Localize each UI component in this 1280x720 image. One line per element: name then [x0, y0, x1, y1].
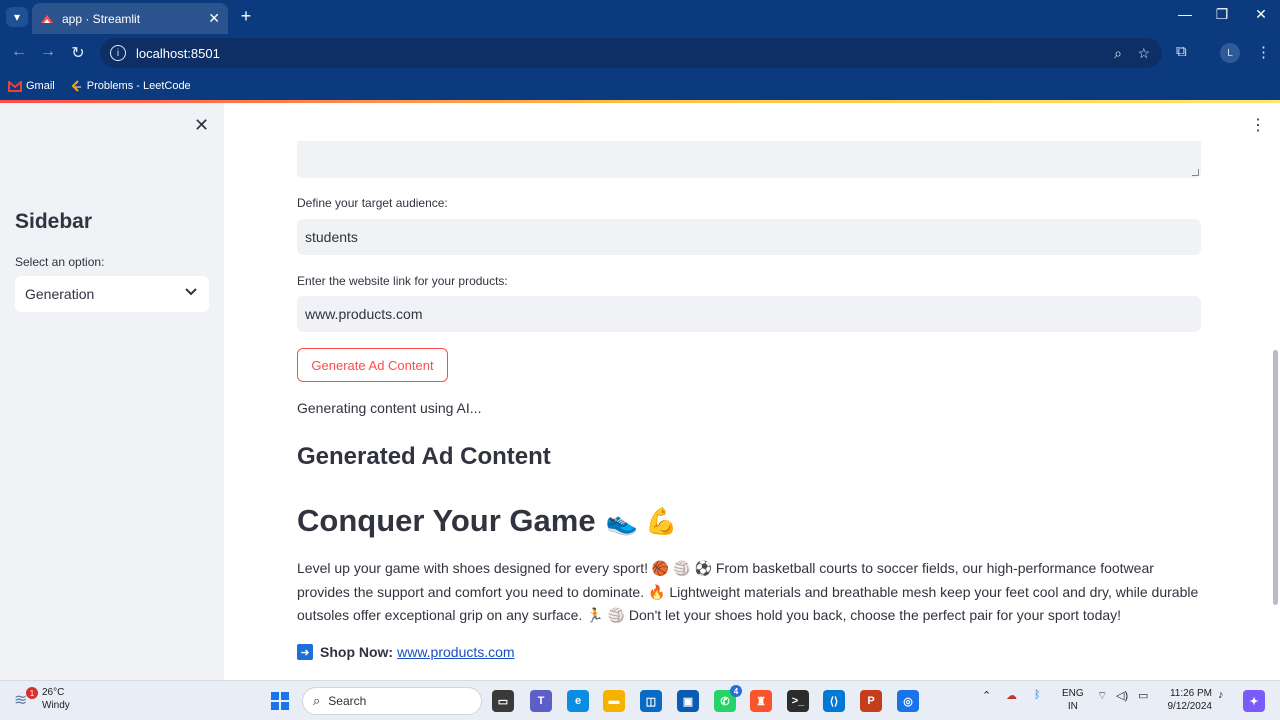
volume-icon[interactable]: ◁)	[1116, 689, 1128, 702]
weather-widget[interactable]: ≋ 1 26°C Windy	[14, 686, 70, 712]
language-indicator[interactable]: ENG IN	[1062, 687, 1084, 713]
search-icon: ⌕	[313, 693, 321, 708]
clock-date: 9/12/2024	[1167, 701, 1213, 712]
description-textarea[interactable]	[297, 141, 1201, 178]
bluetooth-icon[interactable]: ᛒ	[1034, 689, 1041, 701]
profile-avatar[interactable]: L	[1220, 43, 1240, 63]
show-hidden-icons-icon[interactable]: ⌃	[982, 689, 991, 702]
tab-close-icon[interactable]: ✕	[208, 10, 220, 27]
tab-strip: ▾ app · Streamlit ✕ + — ❐ ✕	[0, 0, 1280, 34]
chevron-down-icon	[185, 285, 197, 299]
streamlit-favicon-icon	[40, 12, 54, 26]
ad-body: Level up your game with shoes designed f…	[297, 560, 1199, 623]
audience-label: Define your target audience:	[297, 196, 448, 210]
store-icon[interactable]: ▣	[677, 690, 699, 712]
status-text: Generating content using AI...	[297, 400, 482, 416]
edge-icon[interactable]: e	[567, 690, 589, 712]
sidebar: ✕ Sidebar Select an option: Generation	[0, 103, 224, 680]
website-input[interactable]: www.products.com	[297, 296, 1201, 332]
whatsapp-badge: 4	[730, 685, 742, 697]
bookmarks-bar: Gmail Problems - LeetCode	[0, 72, 1280, 100]
leetcode-icon	[69, 79, 83, 92]
weather-badge: 1	[26, 687, 38, 699]
photos-icon[interactable]: ◫	[640, 690, 662, 712]
copilot-icon[interactable]: ✦	[1243, 690, 1265, 712]
resize-handle-icon[interactable]	[1192, 169, 1199, 176]
shop-now-line: ➜ Shop Now: www.products.com	[297, 644, 515, 660]
select-value: Generation	[25, 286, 95, 302]
wind-icon: ≋ 1	[14, 687, 38, 709]
extensions-icon[interactable]: ⧉	[1176, 43, 1187, 60]
browser-menu-icon[interactable]: ⋮	[1256, 43, 1271, 61]
shop-link[interactable]: www.products.com	[397, 644, 514, 660]
tab-search-button[interactable]: ▾	[6, 7, 28, 27]
battery-icon[interactable]: ▭	[1138, 689, 1148, 702]
lang-line1: ENG	[1062, 688, 1084, 699]
tab-title: app · Streamlit	[62, 11, 141, 26]
bookmark-label: Problems - LeetCode	[86, 80, 191, 92]
sidebar-title: Sidebar	[15, 210, 93, 233]
notifications-icon[interactable]: ♪	[1218, 689, 1224, 701]
wifi-icon[interactable]: ⌔	[1097, 689, 1107, 703]
address-bar[interactable]: i localhost:8501 ⌕ ☆	[100, 38, 1162, 68]
onedrive-icon[interactable]: ☁	[1006, 689, 1017, 702]
taskbar: ≋ 1 26°C Windy ⌕ Search ▭ T e ▬ ◫ ▣ ✆ 4 ♜ …	[0, 680, 1280, 720]
shop-label: Shop Now:	[320, 644, 394, 660]
taskbar-search[interactable]: ⌕ Search	[302, 687, 482, 715]
zoom-icon[interactable]: ⌕	[1114, 38, 1122, 68]
headline-text: Conquer Your Game	[297, 503, 596, 538]
sidebar-close-icon[interactable]: ✕	[194, 115, 209, 136]
address-text: localhost:8501	[136, 45, 220, 61]
brave-icon[interactable]: ♜	[750, 690, 772, 712]
browser-chrome: ▾ app · Streamlit ✕ + — ❐ ✕ ← → ↻ i loca…	[0, 0, 1280, 102]
site-info-icon[interactable]: i	[110, 45, 126, 61]
powerpoint-icon[interactable]: P	[860, 690, 882, 712]
audience-input[interactable]: students	[297, 219, 1201, 255]
teams-icon[interactable]: T	[530, 690, 552, 712]
browser-toolbar: ← → ↻ i localhost:8501 ⌕ ☆ ⧉ L ⋮	[0, 34, 1280, 72]
tab-app-streamlit[interactable]: app · Streamlit ✕	[32, 3, 228, 34]
bookmark-label: Gmail	[26, 80, 55, 92]
clock-time: 11:26 PM	[1169, 688, 1212, 699]
search-placeholder: Search	[328, 694, 367, 708]
section-title: Generated Ad Content	[297, 443, 551, 470]
main-content: ⋮ Define your target audience: students …	[224, 103, 1280, 680]
bookmark-gmail[interactable]: Gmail	[8, 80, 55, 92]
scrollbar[interactable]	[1273, 350, 1278, 605]
chrome-icon[interactable]: ◎	[897, 690, 919, 712]
file-explorer-icon[interactable]: ▬	[603, 690, 625, 712]
task-view-icon[interactable]: ▭	[492, 690, 514, 712]
headline-emoji: 👟 💪	[605, 505, 678, 536]
weather-temp: 26°C	[42, 687, 65, 698]
windows-start-icon[interactable]	[271, 692, 289, 710]
new-tab-button[interactable]: +	[236, 6, 256, 27]
maximize-icon[interactable]: ❐	[1210, 6, 1234, 23]
lang-line2: IN	[1067, 701, 1078, 712]
bookmark-leetcode[interactable]: Problems - LeetCode	[69, 79, 191, 92]
select-label: Select an option:	[15, 255, 105, 269]
main-menu-icon[interactable]: ⋮	[1250, 115, 1266, 135]
reload-icon[interactable]: ↻	[67, 43, 89, 63]
ad-headline: Conquer Your Game 👟 💪	[297, 503, 678, 539]
website-label: Enter the website link for your products…	[297, 274, 508, 288]
arrow-right-icon: ➜	[297, 644, 313, 660]
vscode-icon[interactable]: ⟨⟩	[823, 690, 845, 712]
weather-desc: Windy	[42, 700, 70, 711]
clock[interactable]: 11:26 PM 9/12/2024	[1162, 687, 1213, 713]
back-icon[interactable]: ←	[8, 43, 30, 61]
gmail-icon	[8, 80, 22, 92]
bookmark-star-icon[interactable]: ☆	[1137, 38, 1150, 68]
generate-ad-button[interactable]: Generate Ad Content	[297, 348, 448, 382]
terminal-icon[interactable]: >_	[787, 690, 809, 712]
minimize-icon[interactable]: —	[1173, 6, 1197, 22]
whatsapp-icon[interactable]: ✆ 4	[714, 685, 742, 712]
close-window-icon[interactable]: ✕	[1249, 6, 1273, 23]
forward-icon[interactable]: →	[37, 43, 59, 61]
option-select[interactable]: Generation	[15, 276, 209, 312]
